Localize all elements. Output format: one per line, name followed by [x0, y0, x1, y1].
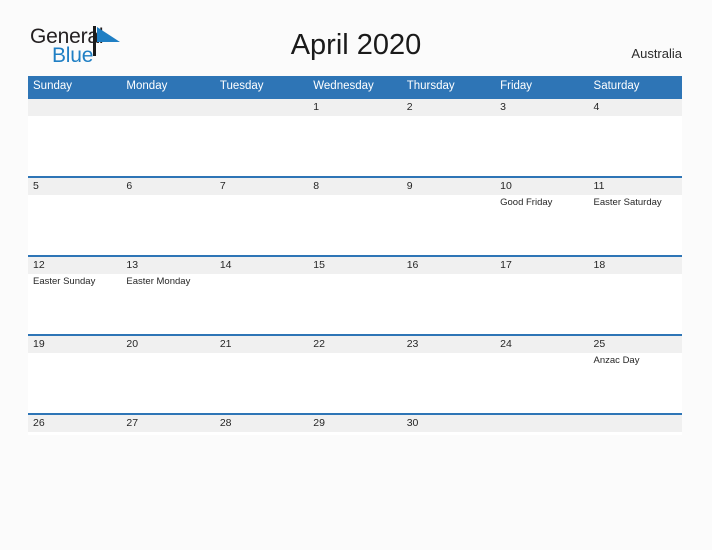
day-event — [121, 353, 214, 415]
week-event-band: Good Friday Easter Saturday — [28, 195, 682, 257]
week-date-band: 12 13 14 15 16 17 18 — [28, 257, 682, 274]
day-event — [215, 116, 308, 178]
weekday-header-tuesday: Tuesday — [219, 80, 264, 92]
page-header: General Blue April 2020 Australia — [0, 0, 712, 66]
day-event — [495, 353, 588, 415]
day-number[interactable]: 4 — [589, 99, 682, 116]
day-number[interactable] — [589, 415, 682, 432]
day-number[interactable]: 29 — [308, 415, 401, 432]
week-event-band — [28, 432, 682, 435]
calendar-week-row: 1 2 3 4 — [28, 97, 682, 176]
day-number[interactable]: 5 — [28, 178, 121, 195]
day-event — [308, 274, 401, 336]
day-number[interactable]: 8 — [308, 178, 401, 195]
day-number[interactable]: 17 — [495, 257, 588, 274]
day-number[interactable]: 25 — [589, 336, 682, 353]
weekday-header-monday: Monday — [126, 80, 168, 92]
day-number[interactable]: 13 — [121, 257, 214, 274]
day-number[interactable]: 23 — [402, 336, 495, 353]
day-number[interactable]: 3 — [495, 99, 588, 116]
calendar-table: Sunday Monday Tuesday Wednesday Thursday… — [28, 76, 682, 435]
day-event — [402, 274, 495, 336]
weekday-header-sunday: Sunday — [33, 80, 73, 92]
day-event — [402, 432, 495, 435]
day-event — [121, 116, 214, 178]
calendar-week-row: 5 6 7 8 9 10 11 Good Friday Easter Satur… — [28, 176, 682, 255]
weekday-header-thursday: Thursday — [406, 80, 455, 92]
day-event — [121, 432, 214, 435]
day-number[interactable]: 11 — [589, 178, 682, 195]
day-number[interactable]: 7 — [215, 178, 308, 195]
weekday-header-row: Sunday Monday Tuesday Wednesday Thursday… — [28, 76, 682, 97]
day-number[interactable] — [121, 99, 214, 116]
day-number[interactable]: 19 — [28, 336, 121, 353]
day-event: Easter Saturday — [593, 197, 662, 208]
day-event — [215, 195, 308, 257]
day-event: Easter Sunday — [33, 276, 96, 287]
week-event-band: Easter Sunday Easter Monday — [28, 274, 682, 336]
weekday-header-friday: Friday — [500, 80, 533, 92]
week-date-band: 19 20 21 22 23 24 25 — [28, 336, 682, 353]
day-event — [402, 353, 495, 415]
page-title: April 2020 — [290, 29, 422, 61]
day-event: Good Friday — [500, 197, 553, 208]
day-number[interactable]: 20 — [121, 336, 214, 353]
day-event — [215, 432, 308, 435]
day-event — [28, 116, 121, 178]
day-event — [308, 432, 401, 435]
day-event — [215, 353, 308, 415]
weekday-header-saturday: Saturday — [593, 80, 640, 92]
day-number[interactable]: 24 — [495, 336, 588, 353]
day-event: Anzac Day — [593, 355, 640, 366]
day-number[interactable]: 12 — [28, 257, 121, 274]
day-event — [589, 274, 682, 336]
day-event — [495, 116, 588, 178]
day-event — [28, 432, 121, 435]
day-event — [402, 195, 495, 257]
day-number[interactable]: 6 — [121, 178, 214, 195]
day-event — [28, 353, 121, 415]
week-event-band: Anzac Day — [28, 353, 682, 415]
day-number[interactable]: 27 — [121, 415, 214, 432]
day-event: Easter Monday — [126, 276, 191, 287]
day-number[interactable]: 26 — [28, 415, 121, 432]
week-event-band — [28, 116, 682, 178]
day-number[interactable]: 18 — [589, 257, 682, 274]
day-number[interactable] — [28, 99, 121, 116]
day-number[interactable]: 16 — [402, 257, 495, 274]
calendar-week-row: 12 13 14 15 16 17 18 Easter Sunday Easte… — [28, 255, 682, 334]
day-number[interactable]: 14 — [215, 257, 308, 274]
day-event — [308, 353, 401, 415]
day-event — [589, 432, 682, 435]
day-event — [215, 274, 308, 336]
week-date-band: 1 2 3 4 — [28, 99, 682, 116]
weekday-header-wednesday: Wednesday — [313, 80, 374, 92]
day-event — [28, 195, 121, 257]
day-event — [402, 116, 495, 178]
day-number[interactable]: 30 — [402, 415, 495, 432]
day-event — [495, 432, 588, 435]
week-date-band: 26 27 28 29 30 — [28, 415, 682, 432]
calendar-week-row: 19 20 21 22 23 24 25 Anzac Day — [28, 334, 682, 413]
calendar-week-row: 26 27 28 29 30 — [28, 413, 682, 435]
day-number[interactable]: 15 — [308, 257, 401, 274]
day-number[interactable]: 21 — [215, 336, 308, 353]
day-number[interactable]: 9 — [402, 178, 495, 195]
region-label: Australia — [631, 46, 682, 61]
day-number[interactable]: 10 — [495, 178, 588, 195]
day-number[interactable]: 2 — [402, 99, 495, 116]
day-event — [308, 116, 401, 178]
day-event — [308, 195, 401, 257]
day-event — [495, 274, 588, 336]
day-event — [589, 116, 682, 178]
week-date-band: 5 6 7 8 9 10 11 — [28, 178, 682, 195]
day-number[interactable]: 1 — [308, 99, 401, 116]
day-number[interactable]: 28 — [215, 415, 308, 432]
day-number[interactable] — [215, 99, 308, 116]
day-number[interactable] — [495, 415, 588, 432]
day-event — [121, 195, 214, 257]
day-number[interactable]: 22 — [308, 336, 401, 353]
